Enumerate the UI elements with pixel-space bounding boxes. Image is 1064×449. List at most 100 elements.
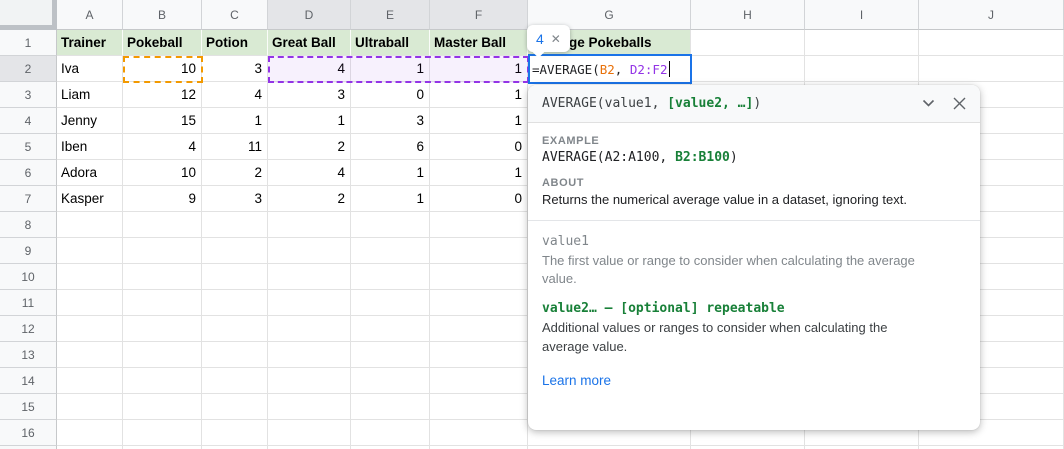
cell-A10[interactable] [57, 264, 123, 290]
learn-more-link[interactable]: Learn more [542, 373, 611, 388]
cell-C13[interactable] [202, 342, 268, 368]
cell-F6[interactable]: 1 [430, 160, 528, 186]
cell-A4[interactable]: Jenny [57, 108, 123, 134]
cell-B15[interactable] [123, 394, 202, 420]
row-header-10[interactable]: 10 [0, 264, 57, 290]
cell-C15[interactable] [202, 394, 268, 420]
column-header-A[interactable]: A [57, 0, 123, 30]
cell-C1[interactable]: Potion [202, 30, 268, 56]
cell-D15[interactable] [268, 394, 351, 420]
cell-D4[interactable]: 1 [268, 108, 351, 134]
cell-E3[interactable]: 0 [351, 82, 430, 108]
cell-E8[interactable] [351, 212, 430, 238]
cell-F5[interactable]: 0 [430, 134, 528, 160]
cell-F12[interactable] [430, 316, 528, 342]
cell-A8[interactable] [57, 212, 123, 238]
cell-D3[interactable]: 3 [268, 82, 351, 108]
cell-F4[interactable]: 1 [430, 108, 528, 134]
column-header-C[interactable]: C [202, 0, 268, 30]
cell-B13[interactable] [123, 342, 202, 368]
cell-F16[interactable] [430, 420, 528, 446]
row-header-5[interactable]: 5 [0, 134, 57, 160]
cell-A6[interactable]: Adora [57, 160, 123, 186]
cell-C14[interactable] [202, 368, 268, 394]
cell-E4[interactable]: 3 [351, 108, 430, 134]
cell-D7[interactable]: 2 [268, 186, 351, 212]
cell-E12[interactable] [351, 316, 430, 342]
cell-B11[interactable] [123, 290, 202, 316]
cell-D5[interactable]: 2 [268, 134, 351, 160]
row-header-11[interactable]: 11 [0, 290, 57, 316]
row-header-15[interactable]: 15 [0, 394, 57, 420]
cell-C8[interactable] [202, 212, 268, 238]
row-header-14[interactable]: 14 [0, 368, 57, 394]
cell-A14[interactable] [57, 368, 123, 394]
cell-I2[interactable] [805, 56, 919, 82]
cell-E6[interactable]: 1 [351, 160, 430, 186]
cell-A16[interactable] [57, 420, 123, 446]
close-icon[interactable] [953, 97, 966, 110]
cell-B6[interactable]: 10 [123, 160, 202, 186]
cell-E10[interactable] [351, 264, 430, 290]
row-header-7[interactable]: 7 [0, 186, 57, 212]
row-header-8[interactable]: 8 [0, 212, 57, 238]
cell-C3[interactable]: 4 [202, 82, 268, 108]
cell-A12[interactable] [57, 316, 123, 342]
cell-B8[interactable] [123, 212, 202, 238]
cell-F14[interactable] [430, 368, 528, 394]
cell-B9[interactable] [123, 238, 202, 264]
cell-D2[interactable]: 4 [268, 56, 351, 82]
cell-F10[interactable] [430, 264, 528, 290]
cell-F15[interactable] [430, 394, 528, 420]
cell-E5[interactable]: 6 [351, 134, 430, 160]
cell-F3[interactable]: 1 [430, 82, 528, 108]
cell-D11[interactable] [268, 290, 351, 316]
column-header-H[interactable]: H [691, 0, 805, 30]
cell-D14[interactable] [268, 368, 351, 394]
cell-H1[interactable] [691, 30, 805, 56]
cell-E11[interactable] [351, 290, 430, 316]
row-header-4[interactable]: 4 [0, 108, 57, 134]
cell-E1[interactable]: Ultraball [351, 30, 430, 56]
cell-F9[interactable] [430, 238, 528, 264]
cell-I1[interactable] [805, 30, 919, 56]
cell-E14[interactable] [351, 368, 430, 394]
cell-D9[interactable] [268, 238, 351, 264]
cell-J2[interactable] [919, 56, 1064, 82]
cell-C7[interactable]: 3 [202, 186, 268, 212]
cell-B5[interactable]: 4 [123, 134, 202, 160]
cell-C6[interactable]: 2 [202, 160, 268, 186]
cell-C5[interactable]: 11 [202, 134, 268, 160]
cell-B7[interactable]: 9 [123, 186, 202, 212]
row-header-16[interactable]: 16 [0, 420, 57, 446]
cell-F1[interactable]: Master Ball [430, 30, 528, 56]
column-header-I[interactable]: I [805, 0, 919, 30]
row-header-13[interactable]: 13 [0, 342, 57, 368]
cell-C9[interactable] [202, 238, 268, 264]
cell-A9[interactable] [57, 238, 123, 264]
cell-D16[interactable] [268, 420, 351, 446]
cell-C16[interactable] [202, 420, 268, 446]
cell-A1[interactable]: Trainer [57, 30, 123, 56]
row-header-1[interactable]: 1 [0, 30, 57, 56]
cell-H2[interactable] [691, 56, 805, 82]
cell-B2[interactable]: 10 [123, 56, 202, 82]
cell-B4[interactable]: 15 [123, 108, 202, 134]
cell-A5[interactable]: Iben [57, 134, 123, 160]
cell-A13[interactable] [57, 342, 123, 368]
column-header-J[interactable]: J [919, 0, 1064, 30]
cell-B1[interactable]: Pokeball [123, 30, 202, 56]
cell-A15[interactable] [57, 394, 123, 420]
select-all-corner[interactable] [0, 0, 57, 30]
cell-D13[interactable] [268, 342, 351, 368]
chevron-down-icon[interactable] [922, 99, 935, 108]
cell-D1[interactable]: Great Ball [268, 30, 351, 56]
cell-E2[interactable]: 1 [351, 56, 430, 82]
cell-D10[interactable] [268, 264, 351, 290]
cell-D8[interactable] [268, 212, 351, 238]
reference-count-badge[interactable]: 4 ✕ [527, 25, 570, 52]
column-header-E[interactable]: E [351, 0, 430, 30]
cell-B12[interactable] [123, 316, 202, 342]
row-header-9[interactable]: 9 [0, 238, 57, 264]
formula-cell-editor[interactable]: =AVERAGE(B2, D2:F2 [528, 54, 692, 84]
